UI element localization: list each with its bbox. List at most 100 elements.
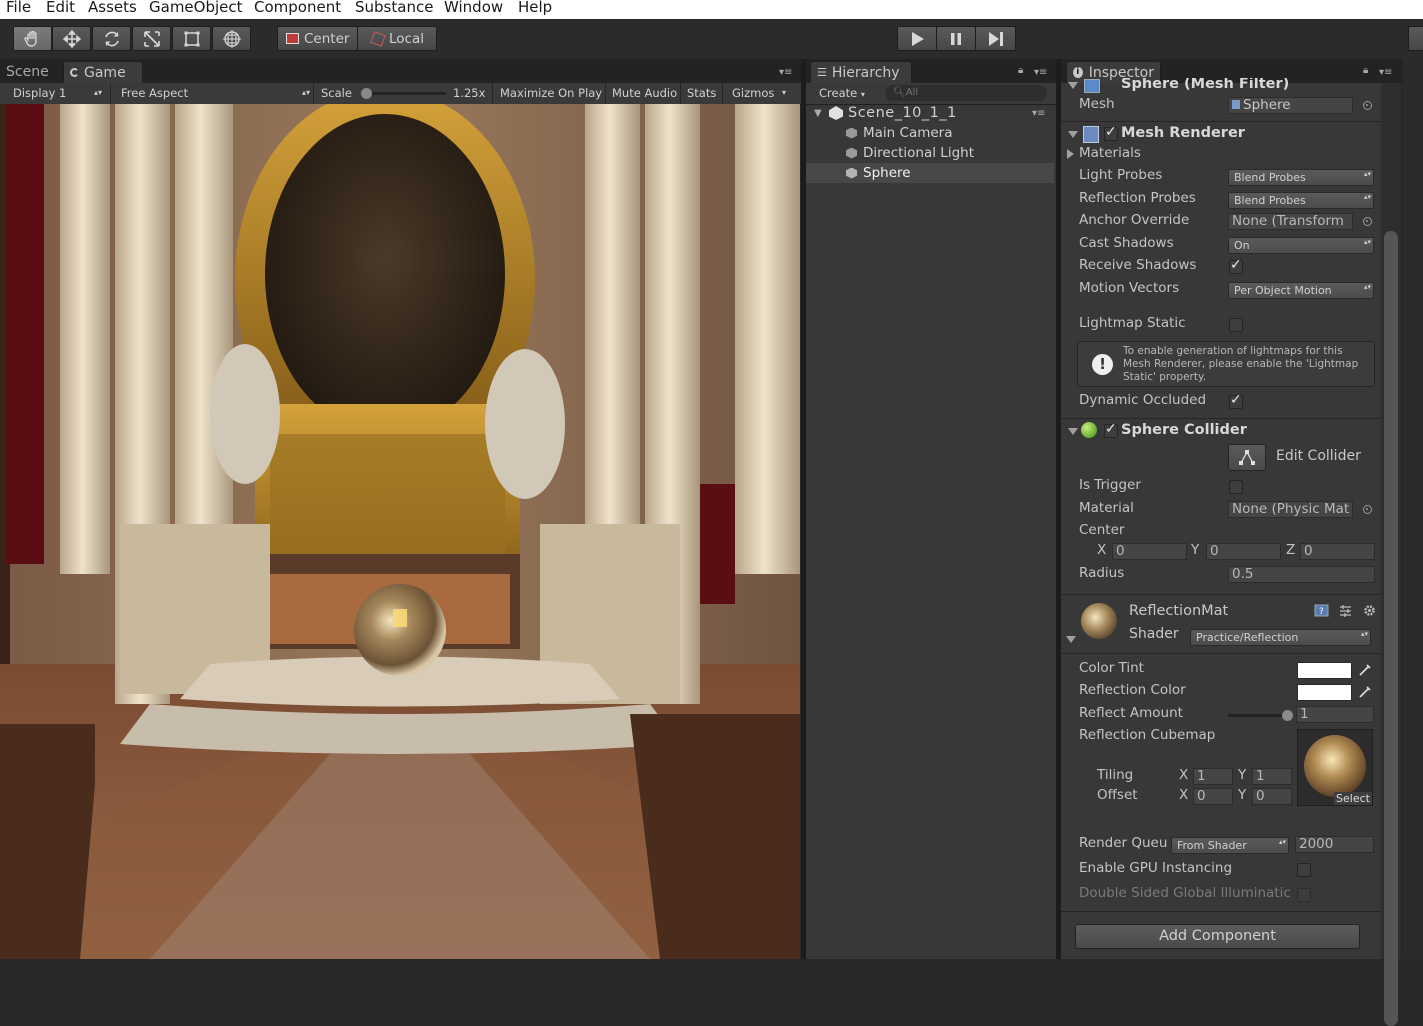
offset-y-label: Y [1238, 787, 1247, 803]
cast-shadows-dropdown[interactable]: On [1228, 237, 1374, 254]
double-sided-gi-checkbox[interactable] [1297, 888, 1311, 902]
reflect-amount-field[interactable]: 1 [1296, 706, 1374, 723]
hierarchy-item-sphere[interactable]: Sphere [806, 163, 1054, 183]
scrollbar-thumb[interactable] [1384, 231, 1398, 1026]
reflect-amount-slider[interactable] [1228, 710, 1293, 721]
center-z-field[interactable]: 0 [1300, 543, 1375, 560]
menu-file[interactable]: File [6, 0, 31, 16]
hand-tool-button[interactable] [13, 26, 52, 51]
lock-icon[interactable]: 🔒︎ [1018, 65, 1023, 76]
mesh-renderer-enabled-checkbox[interactable] [1104, 124, 1118, 141]
scale-label: Scale [321, 86, 352, 100]
preset-icon[interactable] [1338, 604, 1353, 617]
cubemap-slot[interactable]: Select [1297, 729, 1373, 806]
inspector-scrollbar[interactable] [1381, 83, 1401, 1026]
transform-tool-button[interactable] [212, 26, 251, 51]
color-tint-swatch[interactable] [1297, 662, 1352, 679]
mesh-renderer-title: Mesh Renderer [1121, 125, 1245, 141]
reflect-amount-label: Reflect Amount [1079, 705, 1183, 721]
menu-edit[interactable]: Edit [46, 0, 75, 16]
add-component-button[interactable]: Add Component [1075, 924, 1360, 949]
mesh-renderer-header[interactable]: Mesh Renderer [1061, 121, 1381, 146]
center-y-field[interactable]: 0 [1206, 543, 1281, 560]
tab-hierarchy[interactable]: ☰ Hierarchy [810, 61, 912, 83]
gizmos-dropdown[interactable]: Gizmos [732, 86, 774, 100]
offset-y-field[interactable]: 0 [1252, 788, 1292, 805]
render-queue-field[interactable]: 2000 [1295, 836, 1374, 853]
tiling-x-field[interactable]: 1 [1193, 768, 1233, 785]
collider-material-field[interactable]: None (Physic Mat [1228, 501, 1353, 518]
maximize-on-play-toggle[interactable]: Maximize On Play [500, 86, 602, 100]
play-button[interactable] [897, 26, 937, 51]
stats-toggle[interactable]: Stats [687, 86, 716, 100]
game-view[interactable] [0, 104, 800, 959]
materials-foldout[interactable]: Materials [1079, 145, 1141, 161]
collider-material-picker-icon[interactable] [1363, 505, 1372, 514]
hierarchy-item-directional-light[interactable]: Directional Light [806, 143, 1054, 163]
menu-assets[interactable]: Assets [88, 0, 137, 16]
move-tool-button[interactable] [52, 26, 91, 51]
menu-help[interactable]: Help [518, 0, 552, 16]
scale-slider-handle[interactable] [361, 88, 372, 99]
shader-dropdown[interactable]: Practice/Reflection [1190, 629, 1371, 646]
material-preview-thumbnail [1081, 603, 1117, 639]
eyedropper-icon[interactable] [1358, 663, 1372, 677]
motion-vectors-dropdown[interactable]: Per Object Motion [1228, 282, 1374, 299]
reflection-color-swatch[interactable] [1297, 684, 1352, 701]
help-icon[interactable]: ? [1314, 604, 1329, 617]
mesh-field[interactable]: Sphere [1228, 97, 1353, 114]
light-probes-dropdown[interactable]: Blend Probes [1228, 169, 1374, 186]
mesh-picker-icon[interactable] [1363, 101, 1372, 110]
pivot-center-toggle[interactable]: Center [277, 26, 358, 51]
scene-root-row[interactable]: ▼ Scene_10_1_1 ▾≡ [806, 103, 1054, 123]
pivot-space-toggle[interactable]: Local [357, 26, 437, 51]
scale-tool-button[interactable] [132, 26, 171, 51]
radius-field[interactable]: 0.5 [1228, 566, 1375, 583]
pause-button[interactable] [936, 26, 976, 51]
panel-menu-icon[interactable]: ▾≡ [1379, 67, 1392, 78]
menu-substance[interactable]: Substance [355, 0, 433, 16]
menu-gameobject[interactable]: GameObject [149, 0, 243, 16]
reflect-amount-handle[interactable] [1282, 710, 1293, 721]
tab-scene[interactable]: Scene [0, 61, 55, 83]
lock-icon[interactable]: 🔒︎ [1363, 65, 1368, 76]
rect-tool-button[interactable] [172, 26, 211, 51]
gear-icon[interactable] [1362, 604, 1377, 617]
sphere-collider-header[interactable]: Sphere Collider [1061, 418, 1381, 443]
create-dropdown[interactable]: Create ▾ [819, 86, 865, 100]
scale-slider[interactable] [361, 88, 446, 99]
panel-menu-icon[interactable]: ▾≡ [779, 67, 792, 78]
hierarchy-item-main-camera[interactable]: Main Camera [806, 123, 1054, 143]
gpu-instancing-checkbox[interactable] [1297, 863, 1311, 877]
menu-component[interactable]: Component [254, 0, 341, 16]
receive-shadows-checkbox[interactable] [1229, 257, 1243, 274]
tab-game[interactable]: Game [63, 61, 143, 83]
expand-arrow-icon[interactable]: ▼ [814, 108, 822, 119]
dynamic-occluded-checkbox[interactable] [1229, 392, 1243, 409]
render-queue-dropdown[interactable]: From Shader [1171, 837, 1289, 854]
reflection-probes-dropdown[interactable]: Blend Probes [1228, 192, 1374, 209]
is-trigger-checkbox[interactable] [1229, 480, 1243, 494]
sphere-collider-enabled-checkbox[interactable] [1104, 421, 1118, 438]
rotate-tool-button[interactable] [92, 26, 131, 51]
step-button[interactable] [975, 26, 1016, 51]
center-x-field[interactable]: 0 [1112, 543, 1187, 560]
menu-window[interactable]: Window [444, 0, 503, 16]
mute-audio-toggle[interactable]: Mute Audio [612, 86, 677, 100]
eyedropper-icon[interactable] [1358, 685, 1372, 699]
scene-menu-icon[interactable]: ▾≡ [1032, 108, 1045, 119]
tiling-y-field[interactable]: 1 [1252, 768, 1292, 785]
panel-menu-icon[interactable]: ▾≡ [1034, 67, 1047, 78]
aspect-dropdown[interactable]: Free Aspect [121, 86, 188, 100]
anchor-override-field[interactable]: None (Transform [1228, 213, 1353, 230]
hierarchy-search-input[interactable]: 🔍︎All [885, 85, 1047, 101]
anchor-picker-icon[interactable] [1363, 217, 1372, 226]
cubemap-select-button[interactable]: Select [1334, 792, 1372, 805]
display-dropdown[interactable]: Display 1 [13, 86, 66, 100]
hierarchy-tabbar: ☰ Hierarchy 🔒︎ ▾≡ [806, 59, 1056, 83]
offset-x-field[interactable]: 0 [1193, 788, 1233, 805]
lightmap-static-checkbox[interactable] [1229, 318, 1243, 332]
mesh-filter-header[interactable]: Sphere (Mesh Filter) [1061, 78, 1381, 95]
account-button[interactable] [1408, 26, 1423, 51]
edit-collider-button[interactable] [1228, 444, 1266, 471]
